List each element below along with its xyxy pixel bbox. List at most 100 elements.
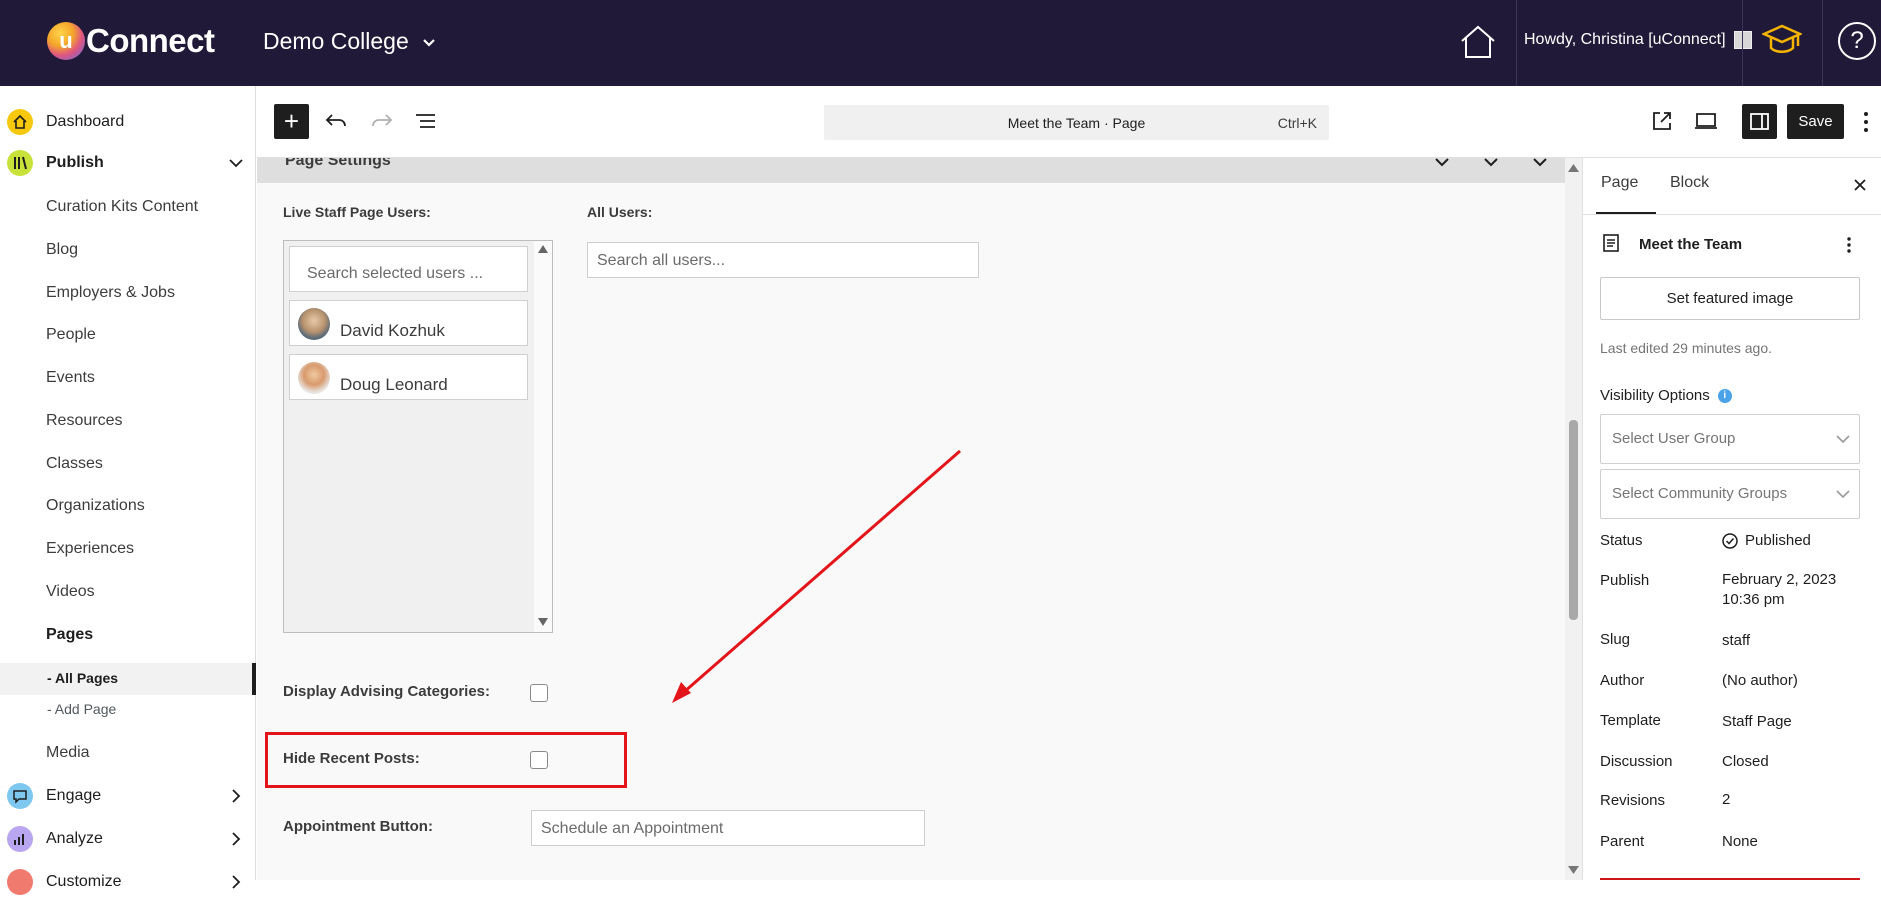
howdy-text: Howdy, Christina [uConnect] xyxy=(1524,31,1726,48)
user-account-menu[interactable]: Howdy, Christina [uConnect] xyxy=(1524,31,1752,49)
divider xyxy=(1742,0,1743,86)
undo-icon[interactable] xyxy=(323,108,349,134)
command-palette-bar[interactable]: Meet the Team · Page Ctrl+K xyxy=(824,105,1329,140)
community-groups-select[interactable]: Select Community Groups xyxy=(1600,469,1860,519)
publish-date[interactable]: February 2, 2023 xyxy=(1722,571,1836,588)
slug-value[interactable]: staff xyxy=(1722,632,1750,649)
page-title: Meet the Team xyxy=(1639,236,1743,253)
add-block-button[interactable]: + xyxy=(274,104,309,139)
template-label: Template xyxy=(1600,712,1661,729)
uconnect-logo[interactable]: u Connect xyxy=(47,22,215,60)
select-value: Select Community Groups xyxy=(1612,485,1788,502)
editor-canvas: Page Settings Live Staff Page Users: All… xyxy=(257,158,1582,880)
scrollbar-thumb[interactable] xyxy=(1569,420,1578,620)
sidebar-label: Analyze xyxy=(46,830,103,847)
tab-block[interactable]: Block xyxy=(1670,174,1709,192)
info-icon[interactable]: i xyxy=(1717,388,1732,403)
chevron-right-icon xyxy=(232,789,241,803)
status-text: Published xyxy=(1745,532,1811,549)
sidebar-item-publish[interactable]: Publish xyxy=(0,143,256,183)
sidebar-item-engage[interactable]: Engage xyxy=(0,776,256,816)
divider xyxy=(1516,0,1517,86)
sidebar-item-blog[interactable]: Blog xyxy=(46,241,78,259)
college-switcher[interactable]: Demo College xyxy=(263,28,437,55)
user-group-select[interactable]: Select User Group xyxy=(1600,414,1860,464)
close-icon[interactable] xyxy=(1853,178,1867,192)
sidebar-item-people[interactable]: People xyxy=(46,326,96,344)
parent-label: Parent xyxy=(1600,833,1645,850)
discussion-label: Discussion xyxy=(1600,753,1673,770)
sidebar-item-curation-kits[interactable]: Curation Kits Content xyxy=(46,198,198,216)
admin-sidebar: Dashboard Publish Curation Kits Content … xyxy=(0,86,256,895)
status-value[interactable]: Published xyxy=(1722,532,1811,549)
select-value: Select User Group xyxy=(1612,430,1736,447)
move-to-trash-button[interactable] xyxy=(1600,878,1860,882)
published-check-icon xyxy=(1722,532,1738,549)
help-icon[interactable]: ? xyxy=(1838,22,1876,60)
redo-icon[interactable] xyxy=(369,108,395,134)
divider xyxy=(1583,214,1881,215)
sidebar-item-pages[interactable]: Pages xyxy=(46,626,93,644)
customize-icon xyxy=(7,869,33,895)
chevron-right-icon xyxy=(232,875,241,889)
sidebar-item-organizations[interactable]: Organizations xyxy=(46,497,145,515)
keyboard-shortcut: Ctrl+K xyxy=(1277,115,1317,131)
sidebar-item-videos[interactable]: Videos xyxy=(46,583,95,601)
tab-page[interactable]: Page xyxy=(1601,174,1638,192)
sidebar-item-events[interactable]: Events xyxy=(46,369,95,387)
logo-mark: u xyxy=(47,22,85,60)
sidebar-item-media[interactable]: Media xyxy=(46,744,90,762)
scroll-up-icon[interactable] xyxy=(1568,164,1579,172)
chevron-right-icon xyxy=(232,832,241,846)
command-title: Meet the Team · Page xyxy=(1007,115,1146,131)
document-overview-icon[interactable] xyxy=(413,108,439,134)
sidebar-label: Engage xyxy=(46,787,102,804)
last-edited-text: Last edited 29 minutes ago. xyxy=(1600,340,1773,356)
settings-panel: Page Block Meet the Team Set featured im… xyxy=(1582,158,1881,880)
logo-text: Connect xyxy=(86,22,215,59)
sidebar-item-analyze[interactable]: Analyze xyxy=(0,819,256,859)
save-button[interactable]: Save xyxy=(1787,104,1844,139)
external-link-icon[interactable] xyxy=(1649,108,1675,134)
chevron-up-icon[interactable] xyxy=(1433,158,1451,172)
sidebar-item-experiences[interactable]: Experiences xyxy=(46,540,134,558)
plus-icon: + xyxy=(283,106,300,136)
sidebar-item-all-pages[interactable]: - All Pages xyxy=(47,670,118,686)
parent-value[interactable]: None xyxy=(1722,833,1758,850)
visibility-options-label: Visibility Options i xyxy=(1600,387,1732,404)
more-options-icon[interactable] xyxy=(1863,111,1869,133)
sidebar-item-customize[interactable]: Customize xyxy=(0,862,256,902)
sidebar-item-dashboard[interactable]: Dashboard xyxy=(0,102,256,142)
chevron-down-icon[interactable] xyxy=(1482,158,1500,172)
publish-label: Publish xyxy=(1600,572,1650,589)
top-bar: u Connect Demo College Howdy, Christina … xyxy=(0,0,1881,86)
device-preview-icon[interactable] xyxy=(1693,108,1719,134)
sidebar-label: Publish xyxy=(46,154,104,171)
chevron-down-icon xyxy=(229,159,243,168)
more-options-icon[interactable] xyxy=(1846,236,1852,254)
sidebar-item-add-page[interactable]: - Add Page xyxy=(47,701,116,717)
status-label: Status xyxy=(1600,532,1643,549)
scroll-down-icon[interactable] xyxy=(1568,866,1579,874)
collapse-icon[interactable] xyxy=(1531,158,1549,172)
graduation-cap-icon[interactable] xyxy=(1762,22,1802,58)
sidebar-label: Dashboard xyxy=(46,113,125,130)
template-value[interactable]: Staff Page xyxy=(1722,713,1792,730)
chevron-down-icon xyxy=(1836,490,1850,499)
discussion-value[interactable]: Closed xyxy=(1722,753,1769,770)
sidebar-item-classes[interactable]: Classes xyxy=(46,455,103,473)
add-page-label: Add Page xyxy=(54,701,117,717)
settings-sidebar-toggle[interactable] xyxy=(1742,104,1777,139)
publish-time[interactable]: 10:36 pm xyxy=(1722,591,1785,608)
editor-scrollbar[interactable] xyxy=(1565,158,1582,880)
author-value[interactable]: (No author) xyxy=(1722,672,1798,689)
home-icon[interactable] xyxy=(1458,24,1498,60)
revisions-value[interactable]: 2 xyxy=(1722,791,1730,808)
set-featured-image-button[interactable]: Set featured image xyxy=(1600,277,1860,320)
chat-icon xyxy=(7,783,33,809)
sidebar-item-employers-jobs[interactable]: Employers & Jobs xyxy=(46,284,175,302)
active-item-highlight xyxy=(0,663,256,695)
sidebar-item-resources[interactable]: Resources xyxy=(46,412,122,430)
chevron-down-icon xyxy=(1836,435,1850,444)
college-name: Demo College xyxy=(263,28,409,54)
